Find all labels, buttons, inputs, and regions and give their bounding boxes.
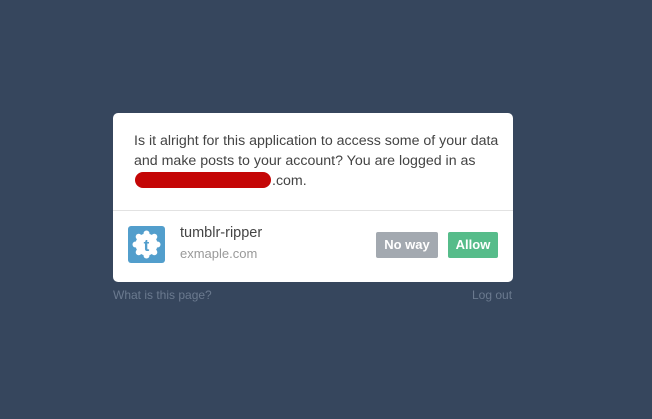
svg-text:t: t [144,236,150,255]
no-way-button[interactable]: No way [376,232,438,258]
message-suffix: .com. [272,173,307,189]
authorization-dialog: Is it alright for this application to ac… [113,113,513,282]
allow-button[interactable]: Allow [448,232,498,258]
message-text: Is it alright for this application to ac… [134,133,499,169]
tumblr-t-icon: t [128,226,165,263]
what-is-this-page-link[interactable]: What is this page? [113,288,212,302]
redacted-username [135,172,271,188]
app-info-row: t tumblr-ripper exmaple.com No way Allow [113,211,513,282]
app-name: tumblr-ripper [180,225,263,241]
authorization-message: Is it alright for this application to ac… [134,131,499,191]
log-out-link[interactable]: Log out [472,288,512,302]
app-domain: exmaple.com [180,246,258,261]
